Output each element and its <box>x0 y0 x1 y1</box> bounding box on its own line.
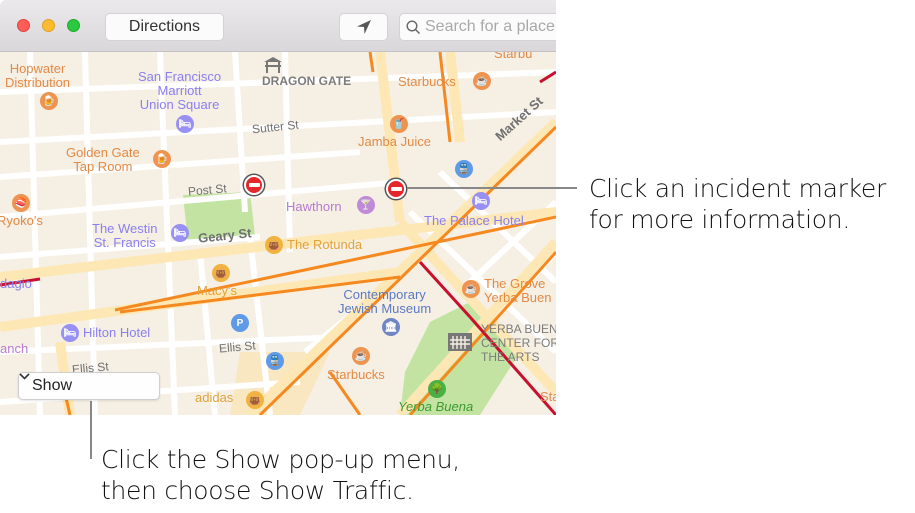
label-sta: Sta <box>540 389 556 404</box>
arts-center-icon <box>448 333 472 351</box>
label-hilton: Hilton Hotel <box>83 325 151 340</box>
label-marriott: San Francisco Marriott Union Square <box>138 69 222 112</box>
incident-marker[interactable] <box>386 179 406 199</box>
label-starbucks-top: Starbucks <box>398 74 456 89</box>
label-yerba-buena-center: YERBA BUEN CENTER FOR THE ARTS <box>481 322 556 364</box>
golden-gate-tap-room-icon[interactable]: 🍺 <box>153 150 171 168</box>
label-palace-hotel: The Palace Hotel <box>424 213 524 228</box>
search-field[interactable] <box>399 13 556 41</box>
label-starbucks-bottom: Starbucks <box>327 367 385 382</box>
starbucks-bottom-icon[interactable]: ☕ <box>352 347 370 365</box>
adidas-shopping-icon[interactable]: 👜 <box>246 391 264 409</box>
chevron-down-icon <box>19 373 30 380</box>
label-ranch: anch <box>0 341 29 356</box>
label-dragon-gate: DRAGON GATE <box>262 74 352 88</box>
label-contemporary-jewish-museum: Contemporary Jewish Museum <box>338 287 432 316</box>
show-popup-label: Show <box>32 377 73 394</box>
starbucks-top-icon[interactable]: ☕ <box>473 72 491 90</box>
close-button[interactable] <box>17 19 30 32</box>
parking-icon[interactable]: P <box>231 314 249 332</box>
minimize-button[interactable] <box>42 19 55 32</box>
transit-station-icon[interactable]: 🚆 <box>455 160 473 178</box>
hopwater-bar-icon[interactable]: 🍺 <box>40 92 58 110</box>
transit-station-icon-2[interactable]: 🚆 <box>266 352 284 370</box>
label-macys: Macy's <box>197 283 238 298</box>
search-input[interactable] <box>421 18 556 36</box>
westin-hotel-icon[interactable]: 🛏 <box>171 224 189 242</box>
park-tree-icon[interactable]: 🌳 <box>428 380 446 398</box>
label-westin: The Westin St. Francis <box>92 221 158 250</box>
marriott-hotel-icon[interactable]: 🛏 <box>176 115 194 133</box>
label-adidas: adidas <box>195 390 234 405</box>
label-starbucks-right: Starbu <box>494 52 533 61</box>
label-yerba-buena-gardens: Yerba Buena <box>398 399 474 414</box>
label-the-grove: The Grove Yerba Buen <box>484 276 552 305</box>
ryokos-icon[interactable]: 🍣 <box>12 194 30 212</box>
label-golden-gate-tap-room: Golden Gate Tap Room <box>66 145 140 174</box>
jamba-juice-icon[interactable]: 🥤 <box>390 115 408 133</box>
hawthorn-nightlife-icon[interactable]: 🍸 <box>357 196 375 214</box>
rotunda-shopping-icon[interactable]: 👜 <box>265 236 283 254</box>
incident-callout-line <box>407 187 577 189</box>
label-adagio: dagio <box>0 276 32 291</box>
show-popup-menu[interactable]: Show <box>18 372 160 400</box>
museum-icon[interactable]: 🏛 <box>382 318 400 336</box>
incident-callout-text: Click an incident marker for more informa… <box>589 174 886 234</box>
hilton-hotel-icon[interactable]: 🛏 <box>61 324 79 342</box>
label-rotunda: The Rotunda <box>287 237 363 252</box>
zoom-button[interactable] <box>67 19 80 32</box>
directions-button[interactable]: Directions <box>105 13 224 41</box>
incident-marker[interactable] <box>244 175 264 195</box>
directions-label: Directions <box>128 18 201 35</box>
palace-hotel-icon[interactable]: 🛏 <box>472 192 490 210</box>
label-hopwater: Hopwater Distribution <box>5 61 71 90</box>
dragon-gate-icon <box>264 57 282 73</box>
magnifier-icon <box>406 19 421 34</box>
maps-window: Directions Search for a place or address… <box>0 0 556 415</box>
label-jamba-juice: Jamba Juice <box>358 134 431 149</box>
map-view[interactable]: 🍺 🛏 ☕ 🥤 🍺 🍣 🛏 🍸 🛏 🚆 👜 👜 🏛 ☕ 🛏 P 🚆 ☕ 👜 🌳 … <box>0 52 556 415</box>
location-arrow-icon <box>356 20 371 34</box>
label-ryokos: Ryoko's <box>0 213 43 228</box>
toolbar: Directions <box>0 0 556 52</box>
the-grove-cafe-icon[interactable]: ☕ <box>462 280 480 298</box>
show-menu-callout-text: Click the Show pop-up menu, then choose S… <box>101 445 460 505</box>
label-hawthorn: Hawthorn <box>286 199 342 214</box>
current-location-button[interactable] <box>339 13 388 41</box>
macys-shopping-icon[interactable]: 👜 <box>212 264 230 282</box>
show-menu-callout-line <box>90 401 92 459</box>
